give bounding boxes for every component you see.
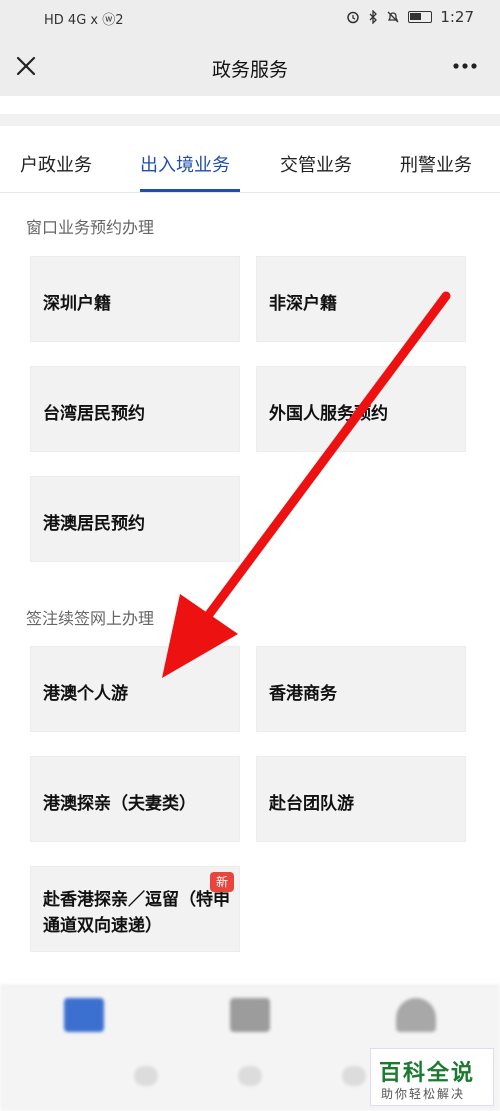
system-nav-home[interactable]	[238, 1066, 262, 1086]
system-nav-recent[interactable]	[342, 1066, 366, 1086]
service-card[interactable]: 赴台团队游	[256, 756, 466, 842]
home-tab-icon[interactable]	[64, 998, 104, 1032]
divider	[0, 114, 500, 126]
service-card[interactable]: 台湾居民预约	[30, 366, 240, 452]
card-label: 赴台团队游	[269, 794, 354, 814]
active-tab-indicator	[140, 189, 240, 192]
service-card[interactable]: 香港商务	[256, 646, 466, 732]
status-bar: HD 4G 𝗑 ⓦ2 1:27	[0, 0, 500, 38]
section-title-endorsement: 签注续签网上办理	[26, 609, 155, 628]
service-card[interactable]: 港澳居民预约	[30, 476, 240, 562]
nav-bar: 政务服务	[0, 38, 500, 96]
service-card[interactable]: 赴香港探亲／逗留（特申通道双向速递）	[30, 866, 240, 952]
status-left-text: HD 4G 𝗑 ⓦ2	[44, 13, 124, 28]
bluetooth-icon	[369, 10, 378, 24]
card-label: 港澳居民预约	[43, 514, 145, 534]
status-indicators: HD 4G 𝗑 ⓦ2	[44, 9, 124, 28]
profile-tab-icon[interactable]	[396, 998, 436, 1032]
tab-churujing[interactable]: 出入境业务	[140, 151, 230, 177]
battery-icon	[408, 11, 433, 23]
section-title-window: 窗口业务预约办理	[26, 218, 155, 237]
service-card[interactable]: 港澳个人游	[30, 646, 240, 732]
system-nav-back[interactable]	[134, 1066, 158, 1086]
card-label: 非深户籍	[269, 294, 337, 314]
watermark-subtitle: 助你轻松解决	[381, 1087, 466, 1101]
banner-gap	[0, 96, 500, 126]
card-label: 港澳探亲（夫妻类）	[43, 794, 196, 814]
card-label: 赴香港探亲／逗留（特申通道双向速递）	[43, 890, 230, 936]
card-label: 台湾居民预约	[43, 404, 145, 424]
page-title: 政务服务	[211, 59, 288, 81]
mute-bell-icon	[387, 11, 399, 23]
service-card[interactable]: 非深户籍	[256, 256, 466, 342]
service-card[interactable]: 深圳户籍	[30, 256, 240, 342]
tab-huzheng[interactable]: 户政业务	[20, 151, 92, 177]
watermark-logo: 百科全说 助你轻松解决	[370, 1048, 494, 1106]
alarm-icon	[347, 11, 360, 24]
service-tab-icon[interactable]	[230, 998, 270, 1032]
new-badge: 新	[210, 872, 234, 892]
status-right: 1:27	[346, 8, 474, 26]
watermark-title: 百科全说	[379, 1061, 476, 1086]
service-card[interactable]: 港澳探亲（夫妻类）	[30, 756, 240, 842]
card-label: 深圳户籍	[43, 294, 111, 314]
tab-jiaoguan[interactable]: 交管业务	[280, 151, 352, 177]
card-label: 香港商务	[269, 684, 337, 704]
card-label: 外国人服务预约	[269, 404, 388, 424]
service-card[interactable]: 外国人服务预约	[256, 366, 466, 452]
more-icon[interactable]	[450, 52, 480, 80]
tab-xingjing[interactable]: 刑警业务	[400, 151, 472, 177]
category-tabs: 户政业务 出入境业务 交管业务 刑警业务	[0, 131, 500, 193]
status-time: 1:27	[440, 8, 474, 26]
card-label: 港澳个人游	[43, 684, 128, 704]
